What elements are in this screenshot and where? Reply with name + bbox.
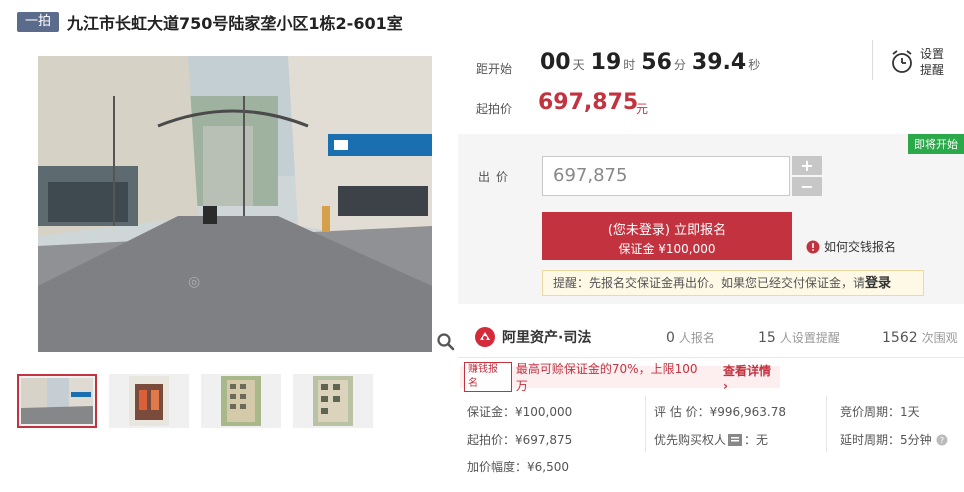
bid-panel: 即将开始 出价 697,875 + − (您未登录) 立即报名 保证金 ¥100… xyxy=(458,134,964,304)
signup-deposit-label: 保证金 ¥100,000 xyxy=(618,242,716,256)
thumbnail-2[interactable] xyxy=(109,374,189,428)
promo-text: 最高可赊保证金的70%，上限100万 xyxy=(515,362,698,393)
signup-button-label: (您未登录) 立即报名 xyxy=(607,223,727,238)
countdown-days-unit: 天 xyxy=(572,58,585,72)
priority-buyer-info: 优先购买权人 ：无 xyxy=(654,431,768,448)
appraisal-info: 评 估 价：¥996,963.78 xyxy=(654,405,786,419)
signup-count-unit: 人报名 xyxy=(678,331,715,345)
set-reminder-button[interactable]: 设置提醒 xyxy=(890,46,950,78)
countdown-minutes-unit: 分 xyxy=(673,58,686,72)
countdown-hours-unit: 时 xyxy=(623,58,636,72)
divider xyxy=(872,40,873,80)
reminder-count-unit: 人设置提醒 xyxy=(779,331,840,345)
starting-price-value: 697,875 xyxy=(538,90,639,115)
starting-price-label: 起拍价 xyxy=(476,102,513,116)
platform-stats-row: 阿里资产·司法 0 人报名 15 人设置提醒 1562 次围观 xyxy=(458,318,964,358)
bidding-cycle-info: 竞价周期：1天 xyxy=(840,405,920,419)
how-to-pay-label: 如何交钱报名 xyxy=(824,240,897,254)
reminder-count: 15 人设置提醒 xyxy=(758,329,840,346)
view-count: 1562 次围观 xyxy=(882,329,958,346)
promo-details-link[interactable]: 查看详情 › xyxy=(723,362,780,393)
reminder-count-value: 15 xyxy=(758,330,776,346)
priority-buyer-label: 优先购买权人 xyxy=(654,433,727,447)
title-row: 一拍 九江市长虹大道750号陆家垄小区1栋2-601室 xyxy=(17,10,403,34)
increase-bid-button[interactable]: + xyxy=(792,156,822,175)
help-icon[interactable]: ? xyxy=(936,434,948,446)
svg-text:◎: ◎ xyxy=(188,274,200,290)
thumbnail-4[interactable] xyxy=(293,374,373,428)
page-title: 九江市长虹大道750号陆家垄小区1栋2-601室 xyxy=(67,14,403,33)
bid-amount-input[interactable]: 697,875 xyxy=(542,156,790,196)
countdown-seconds: 39.4 xyxy=(691,50,747,75)
countdown-label: 距开始 xyxy=(476,62,513,76)
platform-brand: 阿里资产·司法 xyxy=(474,326,591,348)
signup-button[interactable]: (您未登录) 立即报名 保证金 ¥100,000 xyxy=(542,212,792,260)
svg-text:?: ? xyxy=(940,436,944,445)
priority-help-icon[interactable] xyxy=(728,433,743,446)
countdown-minutes: 56 xyxy=(641,50,672,75)
start-price-info: 起拍价：¥697,875 xyxy=(467,433,573,447)
thumbnail-3[interactable] xyxy=(201,374,281,428)
alarm-clock-icon xyxy=(892,50,912,73)
countdown-days: 00 xyxy=(540,50,571,75)
status-badge: 即将开始 xyxy=(908,134,964,154)
signup-count: 0 人报名 xyxy=(666,329,715,346)
divider xyxy=(645,396,646,452)
countdown-hours: 19 xyxy=(590,50,622,75)
countdown-timer: 00 天 19 时 56 分 39.4 秒 xyxy=(540,50,766,75)
delay-cycle-info: 延时周期：5分钟 ? xyxy=(840,431,948,448)
view-count-unit: 次围观 xyxy=(921,331,958,345)
login-notice: 提醒：先报名交保证金再出价。如果您已经交付保证金，请登录 xyxy=(542,270,924,296)
countdown-seconds-unit: 秒 xyxy=(748,58,761,72)
increment-info: 加价幅度：¥6,500 xyxy=(467,460,569,474)
street-scene-image: ◎ xyxy=(38,56,432,352)
delay-cycle-label: 延时周期：5分钟 xyxy=(840,433,932,447)
thumbnail-1[interactable] xyxy=(17,374,97,428)
zoom-icon[interactable] xyxy=(436,332,456,352)
priority-buyer-value: ：无 xyxy=(744,433,769,447)
login-link[interactable]: 登录 xyxy=(865,276,891,291)
promo-banner: 赚钱报名 最高可赊保证金的70%，上限100万 查看详情 › xyxy=(460,362,780,393)
promo-tag: 赚钱报名 xyxy=(464,362,512,392)
auction-round-badge: 一拍 xyxy=(17,12,60,32)
ali-assets-logo-icon xyxy=(475,327,495,347)
view-count-value: 1562 xyxy=(882,330,918,346)
platform-brand-label: 阿里资产·司法 xyxy=(502,330,592,346)
thumbnail-strip xyxy=(17,374,373,428)
deposit-info: 保证金：¥100,000 xyxy=(467,405,573,419)
set-reminder-label: 设置提醒 xyxy=(920,47,945,77)
bid-label: 出价 xyxy=(478,170,515,184)
divider xyxy=(826,396,827,452)
signup-count-value: 0 xyxy=(666,330,675,346)
main-photo[interactable]: ◎ xyxy=(38,56,432,352)
starting-price-unit: 元 xyxy=(636,102,649,116)
countdown-panel: 距开始 00 天 19 时 56 分 39.4 秒 起拍价 697,875 元 … xyxy=(458,40,964,134)
notice-text: 提醒：先报名交保证金再出价。如果您已经交付保证金，请 xyxy=(553,276,866,290)
how-to-pay-link[interactable]: 如何交钱报名 xyxy=(806,238,896,255)
info-icon xyxy=(806,240,820,253)
decrease-bid-button[interactable]: − xyxy=(792,177,822,196)
